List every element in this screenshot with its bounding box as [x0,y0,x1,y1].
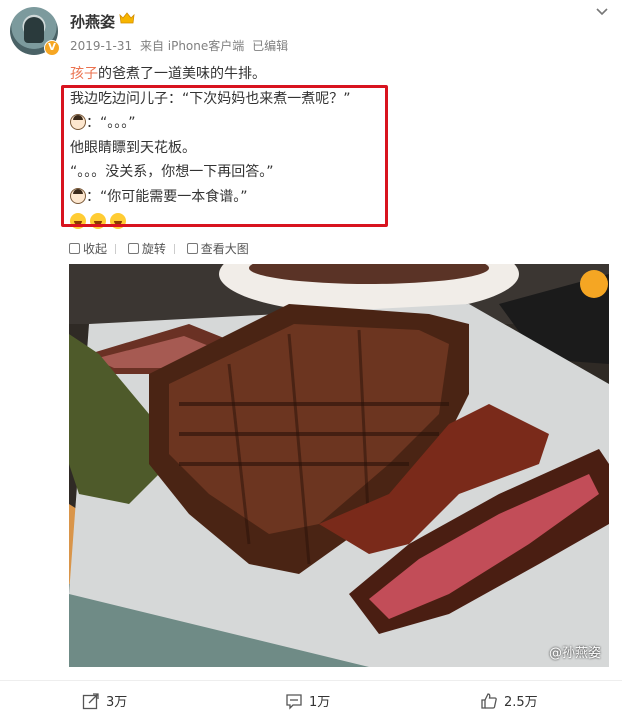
post-header: V 孙燕姿 2019-1-31 来自 iPhone客户端 已编辑 [0,0,622,60]
crown-icon[interactable] [119,11,135,25]
like-button[interactable]: 2.5万 [480,681,538,720]
comment-button[interactable]: 1万 [285,681,330,720]
thumbs-up-icon [481,692,497,709]
collapse-button[interactable]: 收起 [69,240,107,257]
view-large-label: 查看大图 [200,242,249,256]
collapse-label: 收起 [83,242,108,256]
share-button[interactable]: 3万 [82,681,127,720]
view-large-button[interactable]: 查看大图 [186,240,249,257]
verified-badge-icon: V [44,40,60,56]
highlight-box [61,85,388,227]
comment-count: 1万 [309,695,331,710]
toolbar-divider [173,244,175,254]
media-toolbar: 收起 旋转 查看大图 [69,240,259,257]
post-meta: 2019-1-31 来自 iPhone客户端 已编辑 [70,37,292,54]
mention-link[interactable]: 孩子 [70,66,98,82]
rotate-label: 旋转 [141,242,166,256]
post-source: 来自 iPhone客户端 [139,39,245,53]
rotate-button[interactable]: 旋转 [127,240,166,257]
toolbar-divider [115,244,117,254]
collapse-icon [69,243,80,254]
action-bar: 3万 1万 2.5万 [0,681,622,720]
post-line-1-text: 的爸煮了一道美味的牛排。 [98,66,266,82]
steak-photo-illustration [69,264,609,667]
post-date[interactable]: 2019-1-31 [70,39,132,53]
author-name[interactable]: 孙燕姿 [70,11,115,32]
share-icon [82,692,99,709]
like-count: 2.5万 [504,695,538,710]
comment-icon [286,693,302,710]
photo-watermark: @孙燕姿 [548,646,601,661]
rotate-icon [127,243,139,254]
chevron-down-icon[interactable] [596,6,608,18]
share-count: 3万 [106,695,128,710]
avatar-figure [24,17,44,43]
post-line-1: 孩子的爸煮了一道美味的牛排。 [70,62,351,87]
edited-label[interactable]: 已编辑 [252,39,288,53]
magnify-icon [186,243,198,254]
steak-photo[interactable]: @孙燕姿 [69,264,609,667]
